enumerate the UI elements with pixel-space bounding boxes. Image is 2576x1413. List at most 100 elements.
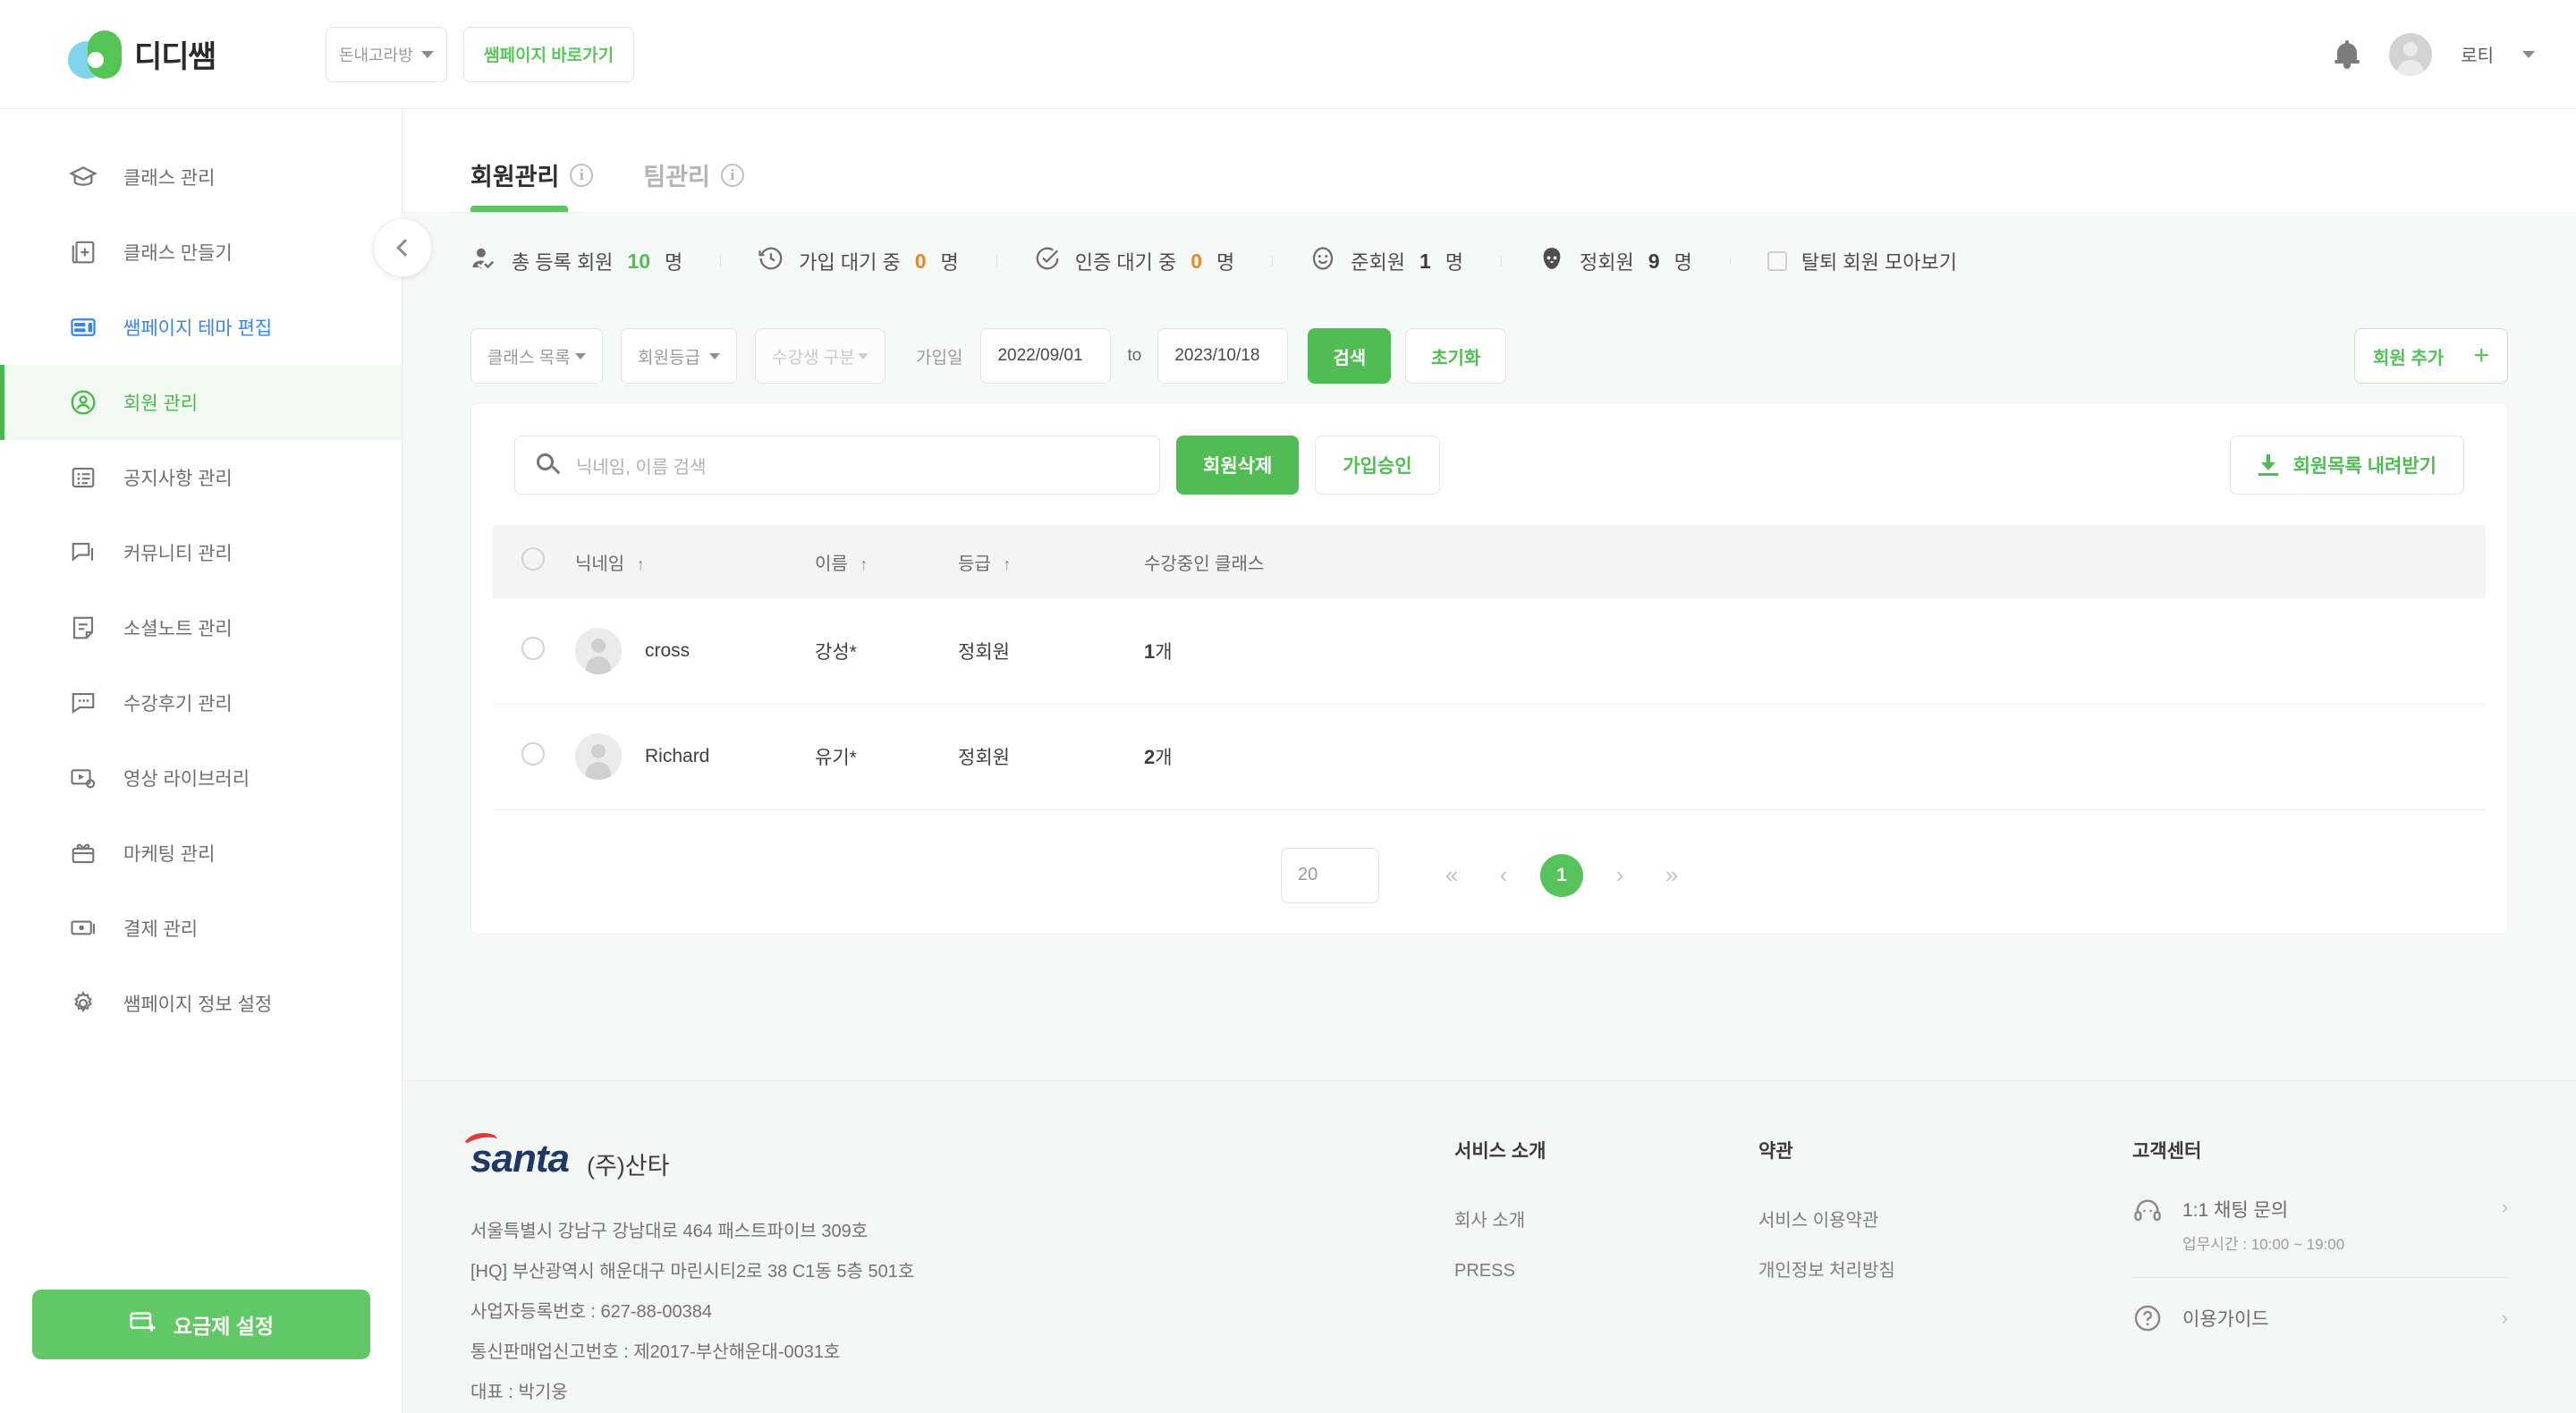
- avatar[interactable]: [2389, 32, 2433, 76]
- member-grade-select[interactable]: 회원등급: [621, 328, 737, 384]
- download-member-list-button[interactable]: 회원목록 내려받기: [2229, 436, 2464, 495]
- delete-member-button[interactable]: 회원삭제: [1176, 436, 1300, 495]
- search-input[interactable]: 닉네임, 이름 검색: [514, 436, 1160, 495]
- radio-unchecked-icon[interactable]: [521, 547, 545, 571]
- sidebar-item-class-manage[interactable]: 클래스 관리: [0, 140, 402, 215]
- footer-link-privacy-policy[interactable]: 개인정보 처리방침: [1758, 1246, 2063, 1296]
- sidebar-item-review-manage[interactable]: 수강후기 관리: [0, 665, 402, 740]
- page-size-select[interactable]: 20: [1281, 847, 1379, 903]
- row-nickname: Richard: [645, 746, 710, 766]
- cs-guide-item[interactable]: 이용가이드 ›: [2132, 1278, 2508, 1333]
- tab-member-manage[interactable]: 회원관리 i: [470, 157, 594, 212]
- search-button[interactable]: 검색: [1308, 328, 1392, 384]
- stat-value: 0: [914, 249, 927, 273]
- question-circle-icon: [2132, 1303, 2163, 1333]
- last-page-button[interactable]: »: [1646, 861, 1698, 889]
- row-select-cell[interactable]: [493, 704, 575, 809]
- stat-label: 총 등록 회원: [512, 251, 614, 274]
- table-row[interactable]: Richard 유기* 정회원 2개: [493, 704, 2486, 809]
- col-header-name[interactable]: 이름 ↑: [815, 525, 958, 598]
- stat-unit: 명: [1216, 251, 1235, 274]
- footer-link-press[interactable]: PRESS: [1454, 1246, 1758, 1296]
- join-date-to-input[interactable]: 2023/10/18: [1157, 328, 1289, 384]
- sidebar-item-payment-manage[interactable]: 결제 관리: [0, 891, 402, 966]
- col-header-grade[interactable]: 등급 ↑: [958, 525, 1144, 598]
- reset-button[interactable]: 초기화: [1405, 328, 1507, 384]
- page-number-1[interactable]: 1: [1540, 853, 1583, 897]
- radio-unchecked-icon[interactable]: [521, 636, 545, 660]
- download-icon: [2258, 454, 2279, 476]
- cs-chat-item[interactable]: 1:1 채팅 문의 업무시간 : 10:00 ~ 19:00 ›: [2132, 1196, 2508, 1278]
- stat-unit: 명: [665, 251, 683, 274]
- sidebar-item-marketing-manage[interactable]: 마케팅 관리: [0, 816, 402, 891]
- withdraw-filter-checkbox[interactable]: 탈퇴 회원 모아보기: [1729, 247, 1995, 275]
- add-member-button[interactable]: 회원 추가 +: [2354, 328, 2508, 384]
- student-type-select-value: 수강생 구분: [772, 348, 855, 368]
- footer-company-name: (주)산타: [586, 1153, 670, 1180]
- sidebar-item-notice-manage[interactable]: 공지사항 관리: [0, 440, 402, 515]
- member-table-head: 닉네임 ↑ 이름 ↑ 등급 ↑ 수강중인 클래스: [493, 525, 2486, 598]
- sidebar-item-socialnote-manage[interactable]: 소셜노트 관리: [0, 590, 402, 665]
- col-header-nickname[interactable]: 닉네임 ↑: [575, 525, 815, 598]
- footer-address-line: 통신판매업신고번호 : 제2017-부산해운대-0031호: [470, 1342, 841, 1362]
- stat-label: 가입 대기 중: [799, 251, 901, 274]
- first-page-button[interactable]: «: [1426, 861, 1478, 889]
- chevron-down-icon: [709, 352, 720, 360]
- video-settings-icon: [68, 763, 98, 793]
- table-row[interactable]: cross 강성* 정회원 1개: [493, 598, 2486, 704]
- stat-pending-join: 가입 대기 중 0 명: [720, 245, 996, 277]
- join-date-from-input[interactable]: 2022/09/01: [980, 328, 1112, 384]
- user-circle-icon: [68, 387, 98, 418]
- headset-icon: [2132, 1196, 2163, 1226]
- next-page-button[interactable]: ›: [1594, 861, 1646, 889]
- money-icon: [68, 913, 98, 943]
- footer-brand-column: santa (주)산타 서울특별시 강남구 강남대로 464 패스트파이브 30…: [462, 1133, 1454, 1413]
- row-nickname: cross: [645, 639, 691, 661]
- page-size-value: 20: [1298, 865, 1318, 884]
- footer-column-terms: 약관 서비스 이용약관 개인정보 처리방침: [1758, 1137, 2063, 1413]
- student-type-select[interactable]: 수강생 구분: [755, 328, 886, 384]
- sidebar-item-member-manage[interactable]: 회원 관리: [0, 365, 402, 440]
- sidebar-item-label: 소셜노트 관리: [123, 619, 233, 639]
- sidebar-collapse-button[interactable]: [373, 218, 432, 277]
- sidebar-item-sampage-settings[interactable]: 쌤페이지 정보 설정: [0, 966, 402, 1041]
- search-input-placeholder: 닉네임, 이름 검색: [576, 457, 707, 478]
- footer-address-line: 서울특별시 강남구 강남대로 464 패스트파이브 309호: [470, 1222, 869, 1241]
- member-list-card: 닉네임, 이름 검색 회원삭제 가입승인 회원목록 내려받기 닉네임 ↑ 이름 …: [470, 402, 2508, 935]
- approve-join-button[interactable]: 가입승인: [1315, 436, 1440, 495]
- sidebar-item-label: 쌤페이지 정보 설정: [123, 994, 273, 1015]
- info-icon[interactable]: i: [570, 163, 594, 187]
- studio-select[interactable]: 돈내고라방: [326, 26, 447, 82]
- row-class-count-cell: 1개: [1144, 598, 2486, 704]
- info-icon[interactable]: i: [720, 163, 744, 187]
- sidebar-item-class-create[interactable]: 클래스 만들기: [0, 215, 402, 290]
- row-class-count: 2: [1144, 746, 1156, 768]
- stat-total-members: 총 등록 회원 10 명: [470, 245, 720, 277]
- footer-link-company-intro[interactable]: 회사 소개: [1454, 1196, 1758, 1246]
- radio-unchecked-icon[interactable]: [521, 742, 545, 766]
- sidebar-item-community-manage[interactable]: 커뮤니티 관리: [0, 515, 402, 590]
- search-icon: [537, 453, 561, 477]
- footer-link-terms-of-service[interactable]: 서비스 이용약관: [1758, 1196, 2063, 1246]
- stat-label: 정회원: [1580, 251, 1634, 274]
- withdraw-filter-label: 탈퇴 회원 모아보기: [1801, 251, 1957, 274]
- plan-settings-button[interactable]: 요금제 설정: [32, 1290, 370, 1359]
- row-select-cell[interactable]: [493, 598, 575, 704]
- user-menu-chevron-down-icon[interactable]: [2522, 50, 2535, 58]
- sidebar-item-theme-edit[interactable]: 쌤페이지 테마 편집: [0, 290, 402, 365]
- class-list-select[interactable]: 클래스 목록: [470, 328, 603, 384]
- select-all-header[interactable]: [493, 525, 575, 598]
- chevron-down-icon: [575, 352, 586, 360]
- sam-page-button[interactable]: 쌤페이지 바로가기: [463, 26, 635, 82]
- studio-select-value: 돈내고라방: [339, 46, 413, 64]
- bell-icon[interactable]: [2334, 39, 2360, 69]
- prev-page-button[interactable]: ‹: [1478, 861, 1530, 889]
- tab-team-manage[interactable]: 팀관리 i: [643, 157, 744, 212]
- brand-logo[interactable]: 디디쌤: [68, 29, 292, 80]
- sidebar-item-video-library[interactable]: 영상 라이브러리: [0, 740, 402, 816]
- member-table: 닉네임 ↑ 이름 ↑ 등급 ↑ 수강중인 클래스 cross 강성* 정회원 1…: [493, 525, 2486, 810]
- stats-row: 총 등록 회원 10 명 가입 대기 중 0 명 인증 대기 중 0 명 준회원…: [470, 213, 2508, 309]
- footer-column-service: 서비스 소개 회사 소개 PRESS: [1454, 1137, 1758, 1413]
- stat-pending-verify: 인증 대기 중 0 명: [996, 245, 1272, 277]
- footer-cs-heading: 고객센터: [2132, 1141, 2202, 1162]
